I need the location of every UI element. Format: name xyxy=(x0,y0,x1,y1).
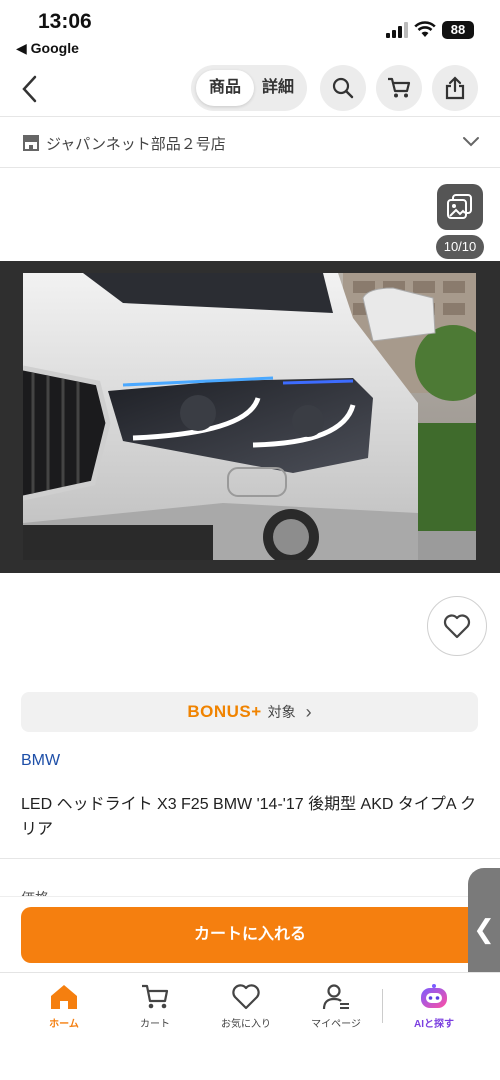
gallery-icon xyxy=(447,194,472,219)
nav-item-favorites[interactable]: お気に入り xyxy=(206,983,286,1030)
battery-indicator: 88 xyxy=(442,21,474,39)
bonus-label: 対象 xyxy=(267,704,296,720)
section-divider xyxy=(0,858,500,859)
product-image-frame xyxy=(0,261,500,573)
cart-header-button[interactable] xyxy=(376,65,422,111)
share-icon xyxy=(445,76,465,100)
status-bar: 13:06 ◀ Google 88 xyxy=(0,0,500,62)
shop-bar[interactable]: ジャパンネット部品２号店 xyxy=(0,116,500,168)
shop-name: ジャパンネット部品２号店 xyxy=(46,136,226,153)
nav-item-cart[interactable]: カート xyxy=(115,983,195,1030)
tab-product[interactable]: 商品 xyxy=(196,70,254,106)
user-icon xyxy=(322,984,349,1010)
nav-label: ホーム xyxy=(49,1019,79,1030)
nav-item-ai-search[interactable]: AIと探す xyxy=(394,983,474,1030)
nav-label: AIと探す xyxy=(414,1019,454,1030)
back-chevron-icon xyxy=(22,75,37,103)
status-time: 13:06 xyxy=(38,10,92,33)
heart-icon xyxy=(443,614,471,639)
image-counter: 10/10 xyxy=(436,235,484,259)
tab-detail[interactable]: 詳細 xyxy=(251,70,305,106)
bottom-nav: ホーム カート お気に入り マイページ AIと探す xyxy=(0,972,500,1080)
share-button[interactable] xyxy=(432,65,478,111)
ai-robot-icon xyxy=(421,984,447,1008)
bonus-logo: BONUS+ xyxy=(187,702,262,721)
cart-icon xyxy=(388,77,411,98)
chevron-down-icon xyxy=(463,137,479,147)
favorite-button[interactable] xyxy=(427,596,487,656)
product-photo[interactable] xyxy=(23,273,476,560)
gallery-button[interactable] xyxy=(437,184,483,230)
cart-icon xyxy=(142,984,169,1009)
headlight-photo xyxy=(23,273,476,560)
product-title: LED ヘッドライト X3 F25 BMW '14-'17 後期型 AKD タイ… xyxy=(21,796,477,838)
nav-label: お気に入り xyxy=(221,1019,271,1030)
nav-label: カート xyxy=(140,1019,170,1030)
nav-label: マイページ xyxy=(311,1019,361,1030)
brand-link[interactable]: BMW xyxy=(21,752,60,770)
bonus-banner[interactable]: BONUS+ 対象 › xyxy=(21,692,478,732)
price-label-peek: 価格 xyxy=(21,886,81,896)
cart-bar: カートに入れる xyxy=(0,896,500,972)
search-icon xyxy=(332,77,354,99)
heart-icon xyxy=(232,984,260,1010)
back-button[interactable] xyxy=(14,72,44,106)
back-to-app-link[interactable]: ◀ Google xyxy=(16,40,79,57)
home-icon xyxy=(51,985,77,1009)
nav-item-mypage[interactable]: マイページ xyxy=(296,983,376,1030)
add-to-cart-button[interactable]: カートに入れる xyxy=(21,907,479,963)
store-icon xyxy=(23,135,39,151)
chevron-left-icon: ❮ xyxy=(473,913,495,944)
signal-icon xyxy=(386,22,408,38)
wifi-icon xyxy=(414,21,436,37)
search-button[interactable] xyxy=(320,65,366,111)
chevron-right-icon: › xyxy=(305,701,312,722)
nav-separator xyxy=(382,989,383,1023)
app-header: 商品 詳細 xyxy=(0,62,500,116)
segment-control: 商品 詳細 xyxy=(191,65,307,111)
nav-item-home[interactable]: ホーム xyxy=(24,983,104,1030)
